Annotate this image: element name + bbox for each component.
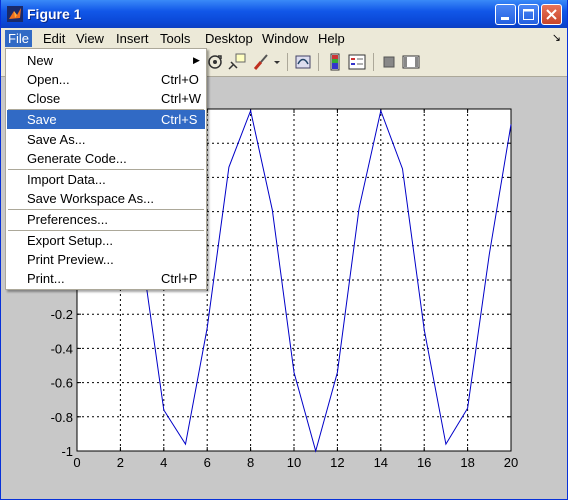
menu-view[interactable]: View <box>73 30 107 47</box>
menu-item-label: Preferences... <box>27 212 108 227</box>
matlab-logo-icon <box>7 6 23 22</box>
menu-item-label: Print... <box>27 271 65 286</box>
menu-item-label: Save Workspace As... <box>27 191 154 206</box>
x-tick-label: 0 <box>73 455 80 470</box>
submenu-arrow-icon: ▶ <box>193 55 200 65</box>
y-tick-label: -0.6 <box>51 376 73 391</box>
close-icon <box>546 9 557 20</box>
colorbar-icon[interactable] <box>325 52 345 72</box>
y-tick-label: -0.8 <box>51 410 73 425</box>
menu-item-label: New <box>27 53 54 68</box>
menu-item-shortcut: Ctrl+O <box>161 72 199 87</box>
menu-item-save-as[interactable]: Save As... <box>7 130 205 149</box>
x-tick-label: 6 <box>204 455 211 470</box>
menu-tools[interactable]: Tools <box>157 30 193 47</box>
menu-item-label: Close <box>27 91 61 106</box>
menu-item-print[interactable]: Print... Ctrl+P <box>7 269 205 288</box>
maximize-button[interactable] <box>518 4 539 25</box>
x-tick-label: 10 <box>287 455 301 470</box>
menu-item-new[interactable]: New ▶ <box>7 51 205 70</box>
menu-item-save-workspace-as[interactable]: Save Workspace As... <box>7 189 205 208</box>
title-bar[interactable]: Figure 1 <box>1 0 567 28</box>
menu-item-label: Export Setup... <box>27 233 113 248</box>
hide-plot-tools-icon[interactable] <box>379 52 399 72</box>
menu-item-shortcut: Ctrl+W <box>161 91 202 106</box>
window-title: Figure 1 <box>27 6 82 22</box>
x-tick-label: 20 <box>504 455 518 470</box>
file-menu-dropdown: New ▶ Open... Ctrl+O Close Ctrl+W Save C… <box>5 48 207 290</box>
menu-edit[interactable]: Edit <box>40 30 68 47</box>
menu-window[interactable]: Window <box>259 30 311 47</box>
menu-help[interactable]: Help <box>315 30 348 47</box>
y-tick-label: -1 <box>61 444 73 459</box>
toolbar-separator <box>318 53 319 71</box>
x-tick-label: 2 <box>117 455 124 470</box>
menu-desktop[interactable]: Desktop <box>202 30 256 47</box>
menu-item-generate-code[interactable]: Generate Code... <box>7 149 205 168</box>
maximize-icon <box>523 9 534 20</box>
minimize-icon <box>501 17 509 20</box>
menu-item-shortcut: Ctrl+S <box>161 112 198 127</box>
menu-item-label: Save As... <box>27 132 86 147</box>
data-cursor-icon[interactable] <box>227 52 247 72</box>
legend-icon[interactable] <box>347 52 367 72</box>
menu-item-label: Generate Code... <box>27 151 127 166</box>
menu-item-close[interactable]: Close Ctrl+W <box>7 89 205 108</box>
dropdown-arrow-icon[interactable] <box>272 52 282 72</box>
menu-item-export-setup[interactable]: Export Setup... <box>7 231 205 250</box>
menu-file[interactable]: File <box>5 30 32 47</box>
figure-window: Figure 1 File Edit View Insert Tools Des… <box>0 0 568 500</box>
x-tick-label: 8 <box>247 455 254 470</box>
x-tick-label: 14 <box>374 455 388 470</box>
close-button[interactable] <box>541 4 562 25</box>
menu-item-label: Save <box>27 112 57 127</box>
y-tick-label: -0.2 <box>51 307 73 322</box>
toolbar-separator <box>287 53 288 71</box>
menu-item-save[interactable]: Save Ctrl+S <box>7 110 205 129</box>
x-tick-label: 12 <box>330 455 344 470</box>
toolbar-separator <box>373 53 374 71</box>
x-tick-label: 18 <box>460 455 474 470</box>
menu-item-label: Import Data... <box>27 172 106 187</box>
menu-bar: File Edit View Insert Tools Desktop Wind… <box>1 28 567 48</box>
menu-item-label: Print Preview... <box>27 252 114 267</box>
x-tick-label: 16 <box>417 455 431 470</box>
menu-item-import-data[interactable]: Import Data... <box>7 170 205 189</box>
menu-item-preferences[interactable]: Preferences... <box>7 210 205 229</box>
menu-item-print-preview[interactable]: Print Preview... <box>7 250 205 269</box>
link-plot-icon[interactable] <box>293 52 313 72</box>
minimize-button[interactable] <box>495 4 516 25</box>
y-tick-label: -0.4 <box>51 341 73 356</box>
menu-item-open[interactable]: Open... Ctrl+O <box>7 70 205 89</box>
rotate-3d-icon[interactable] <box>205 52 225 72</box>
menu-insert[interactable]: Insert <box>113 30 152 47</box>
menu-item-shortcut: Ctrl+P <box>161 271 198 286</box>
dock-arrow-icon[interactable]: ↘ <box>552 31 561 44</box>
x-tick-label: 4 <box>160 455 167 470</box>
show-plot-tools-icon[interactable] <box>401 52 421 72</box>
menu-item-label: Open... <box>27 72 70 87</box>
brush-icon[interactable] <box>251 52 271 72</box>
